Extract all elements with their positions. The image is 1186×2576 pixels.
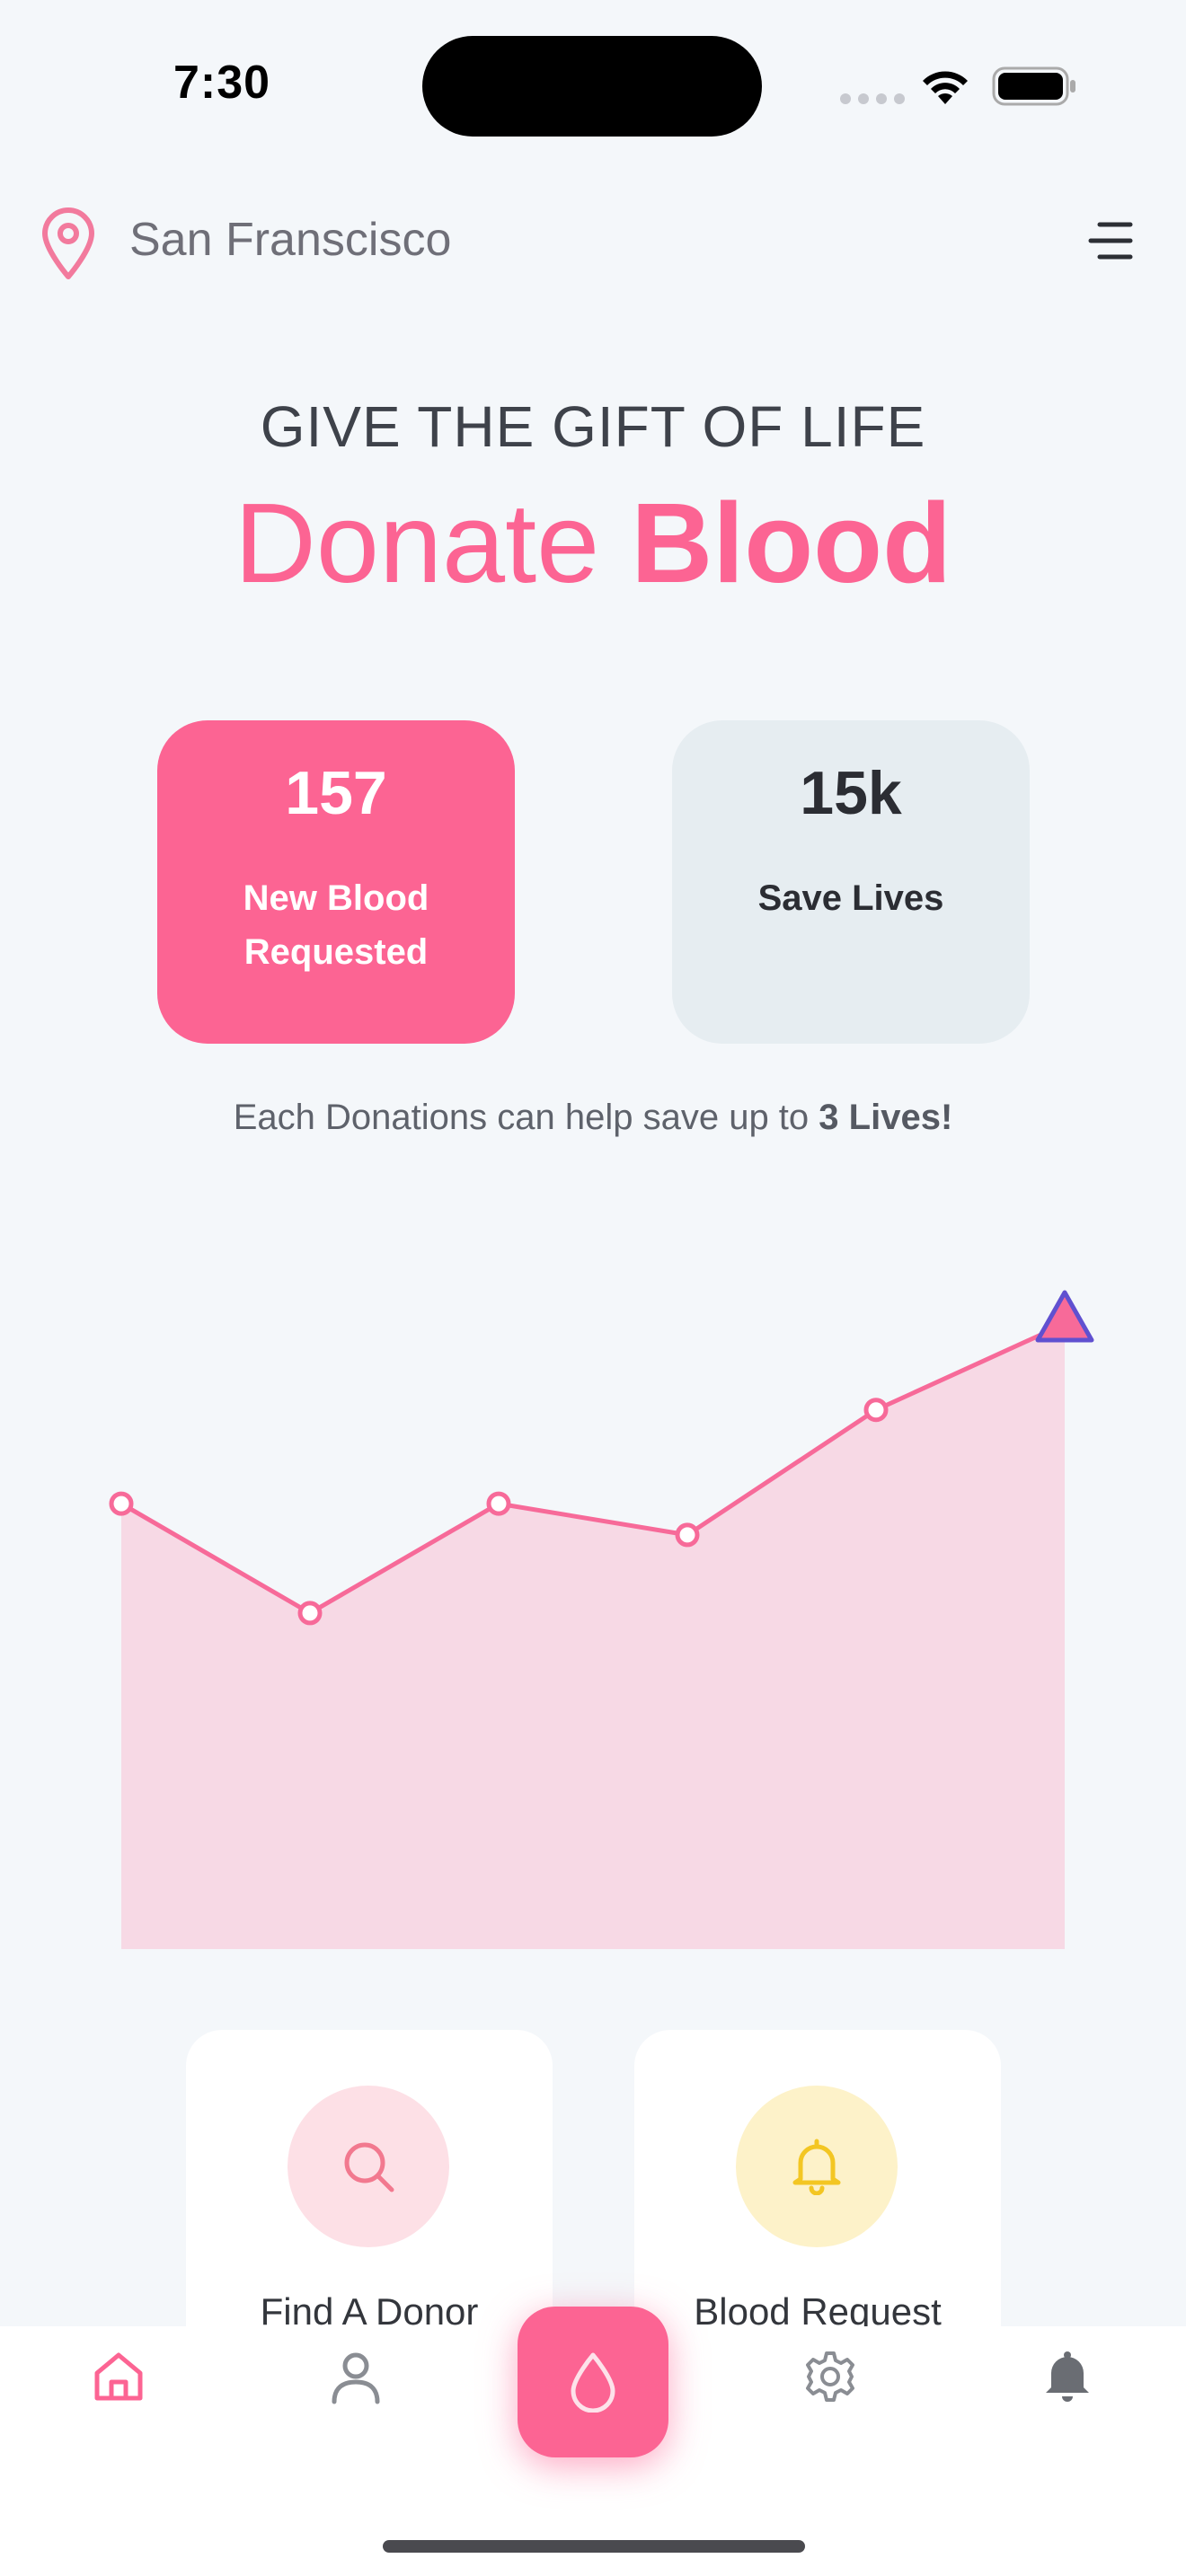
status-time: 7:30: [173, 57, 271, 109]
home-icon[interactable]: [90, 2348, 147, 2405]
stat-value: 15k: [800, 759, 902, 827]
location-label[interactable]: San Franscisco: [129, 213, 451, 267]
stat-label: New Blood Requested: [243, 878, 429, 972]
stat-value: 157: [285, 759, 387, 827]
find-donor-icon-circle: [288, 2086, 449, 2247]
stat-label: Save Lives: [757, 878, 944, 918]
chart-point: [297, 1601, 323, 1626]
wifi-icon: [923, 71, 968, 104]
hero-headline: Donate Blood: [0, 476, 1186, 611]
chart-point: [486, 1491, 511, 1516]
settings-icon[interactable]: [801, 2348, 859, 2405]
chart-point: [863, 1398, 889, 1423]
blood-drop-icon: [571, 2352, 615, 2413]
hero-tagline: GIVE THE GIFT OF LIFE: [260, 394, 926, 459]
note-text: Each Donations can help save up to: [233, 1098, 810, 1137]
map-pin-icon: [42, 207, 94, 279]
cellular-signal-icon: [840, 93, 905, 104]
stat-card-save-lives[interactable]: 15k Save Lives: [672, 720, 1030, 1044]
dynamic-island: [422, 36, 762, 137]
donation-chart: [109, 1290, 1094, 1949]
menu-icon[interactable]: [1087, 221, 1134, 260]
stat-card-new-requests[interactable]: 157 New Blood Requested: [157, 720, 515, 1044]
chart-point: [675, 1522, 700, 1548]
home-indicator: [383, 2540, 805, 2553]
notification-icon[interactable]: [1039, 2348, 1096, 2405]
battery-icon: [992, 66, 1075, 106]
note-highlight: 3 Lives!: [819, 1098, 953, 1137]
donate-button[interactable]: [518, 2307, 668, 2457]
chart-area: [121, 1324, 1065, 1949]
headline-light: Donate: [234, 480, 600, 606]
donation-note: Each Donations can help save up to 3 Liv…: [0, 1098, 1186, 1138]
search-icon: [344, 2142, 394, 2192]
blood-request-icon-circle: [736, 2086, 898, 2247]
headline-bold: Blood: [631, 480, 952, 606]
bell-icon: [792, 2139, 841, 2195]
location-button[interactable]: [25, 198, 115, 287]
chart-point: [109, 1491, 134, 1516]
chart-marker-peak: [1035, 1290, 1094, 1343]
user-icon[interactable]: [327, 2348, 385, 2405]
